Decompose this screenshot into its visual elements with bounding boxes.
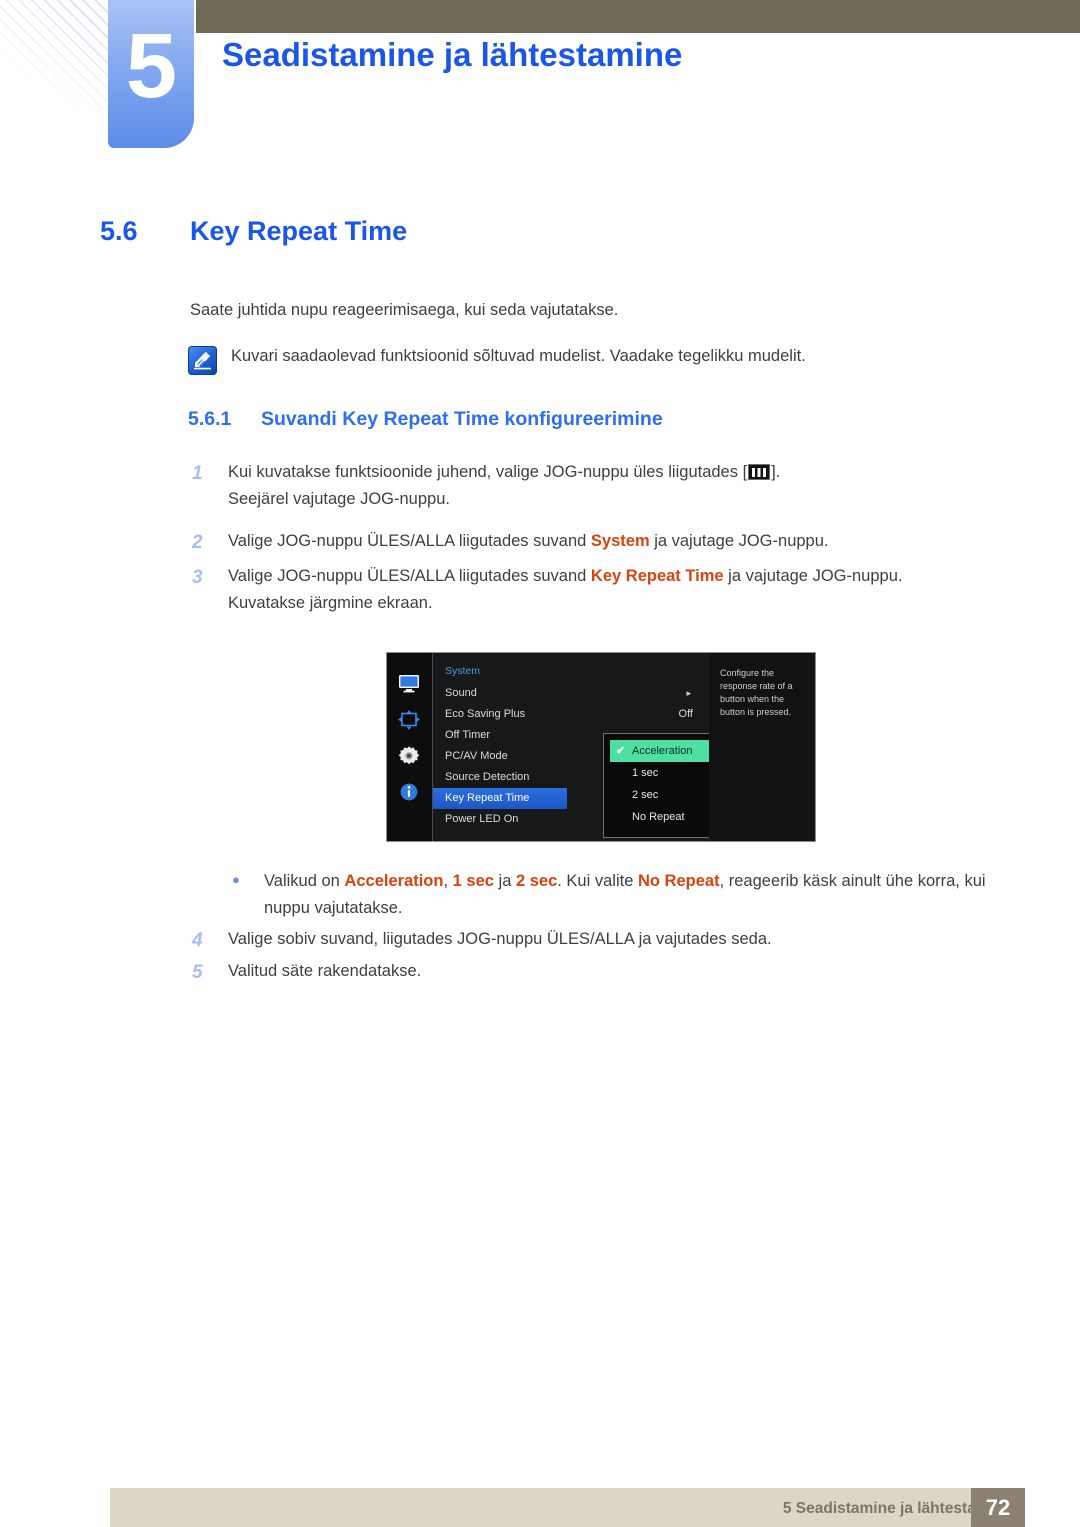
bullet-p3: ja: [493, 872, 516, 890]
bullet-p4: . Kui valite: [557, 872, 638, 890]
bullet-marker: ●: [232, 872, 240, 887]
osd-suboption-label: 2 sec: [632, 789, 659, 801]
bullet-option-no-repeat: No Repeat: [637, 872, 720, 890]
step-number: 4: [192, 930, 203, 951]
step-body: Valitud säte rakendatakse.: [228, 962, 422, 980]
page-number: 72: [971, 1488, 1025, 1527]
subsection-heading: 5.6.1 Suvandi Key Repeat Time konfigureer…: [188, 408, 663, 431]
step2-highlight: System: [590, 532, 650, 550]
osd-sidebar: [387, 653, 431, 841]
step1-text-after: ].: [771, 463, 781, 481]
osd-item-sound[interactable]: Sound ▸: [433, 683, 709, 704]
note-pencil-icon: [188, 346, 217, 375]
section-heading: 5.6 Key Repeat Time: [100, 216, 407, 247]
chevron-right-icon: ▸: [686, 688, 691, 698]
step-body: Valige JOG-nuppu ÜLES/ALLA liigutades su…: [228, 563, 902, 616]
step-number: 1: [192, 463, 203, 484]
jog-up-menu-icon: [748, 464, 771, 480]
picture-size-icon[interactable]: [397, 709, 421, 731]
bullet-p2: ,: [443, 872, 453, 890]
bullet-item: ● Valikud on Acceleration, 1 sec ja 2 se…: [232, 868, 1024, 921]
chapter-title: Seadistamine ja lähtestamine: [222, 36, 683, 73]
step3-line2: Kuvatakse järgmine ekraan.: [228, 593, 433, 612]
gear-icon[interactable]: [397, 745, 421, 767]
step-body: Valige sobiv suvand, liigutades JOG-nupp…: [228, 930, 772, 948]
step-body: Kui kuvatakse funktsioonide juhend, vali…: [228, 459, 780, 512]
bullet-body: Valikud on Acceleration, 1 sec ja 2 sec.…: [264, 868, 1024, 921]
section-number: 5.6: [100, 216, 138, 246]
step-item: 2 Valige JOG-nuppu ÜLES/ALLA liigutades …: [190, 528, 828, 559]
subsection-title: Suvandi Key Repeat Time konfigureerimine: [261, 408, 663, 430]
bullet-option-1-sec: 1 sec: [452, 872, 494, 890]
note-block: Kuvari saadaolevad funktsioonid sõltuvad…: [188, 344, 806, 375]
step-item: 1 Kui kuvatakse funktsioonide juhend, va…: [190, 459, 780, 512]
osd-item-eco-saving-plus[interactable]: Eco Saving Plus Off: [433, 704, 709, 725]
step-item: 4 Valige sobiv suvand, liigutades JOG-nu…: [190, 926, 772, 957]
bullet-p1: Valikud on: [264, 872, 345, 890]
step2-text-before: Valige JOG-nuppu ÜLES/ALLA liigutades su…: [228, 532, 591, 550]
check-icon: ✔: [616, 745, 626, 757]
osd-item-label: PC/AV Mode: [445, 750, 508, 762]
osd-suboption-label: Acceleration: [632, 745, 693, 757]
subsection-number: 5.6.1: [188, 408, 232, 430]
osd-item-label: Sound: [445, 687, 477, 699]
osd-item-label: Key Repeat Time: [445, 792, 530, 804]
step-number: 2: [192, 532, 203, 553]
osd-suboption-label: 1 sec: [632, 767, 659, 779]
osd-item-label: Source Detection: [445, 771, 530, 783]
step3-highlight: Key Repeat Time: [590, 567, 724, 585]
step-number: 5: [192, 962, 203, 983]
step3-text-after: ja vajutage JOG-nuppu.: [723, 567, 903, 585]
osd-item-label: Power LED On: [445, 813, 519, 825]
info-icon[interactable]: [397, 781, 421, 803]
header-olive-bar: [196, 0, 1080, 33]
section-title: Key Repeat Time: [190, 216, 408, 246]
osd-item-label: Off Timer: [445, 729, 491, 741]
osd-suboption-label: No Repeat: [632, 811, 685, 823]
step2-text-after: ja vajutage JOG-nuppu.: [649, 532, 829, 550]
intro-paragraph: Saate juhtida nupu reageerimisaega, kui …: [190, 301, 619, 319]
step-number: 3: [192, 567, 203, 588]
note-text: Kuvari saadaolevad funktsioonid sõltuvad…: [231, 347, 806, 365]
chapter-number: 5: [125, 15, 177, 117]
bullet-option-acceleration: Acceleration: [344, 872, 444, 890]
osd-menu-panel: System Sound ▸ Eco Saving Plus Off Off T…: [432, 653, 755, 841]
osd-screenshot: System Sound ▸ Eco Saving Plus Off Off T…: [386, 652, 816, 842]
step-body: Valige JOG-nuppu ÜLES/ALLA liigutades su…: [228, 528, 828, 555]
osd-item-value: Off: [678, 708, 693, 720]
step3-text-before: Valige JOG-nuppu ÜLES/ALLA liigutades su…: [228, 567, 591, 585]
monitor-icon[interactable]: [397, 673, 421, 695]
step-item: 5 Valitud säte rakendatakse.: [190, 958, 421, 989]
osd-item-key-repeat-time[interactable]: Key Repeat Time: [433, 788, 567, 809]
bullet-option-2-sec: 2 sec: [515, 872, 558, 890]
osd-help-text: Configure the response rate of a button …: [709, 653, 815, 841]
step1-text-before: Kui kuvatakse funktsioonide juhend, vali…: [228, 463, 748, 481]
osd-menu-title: System: [445, 665, 481, 677]
header-hatch-decoration: [0, 0, 116, 122]
osd-item-label: Eco Saving Plus: [445, 708, 526, 720]
step-item: 3 Valige JOG-nuppu ÜLES/ALLA liigutades …: [190, 563, 902, 616]
step1-line2: Seejärel vajutage JOG-nuppu.: [228, 489, 450, 508]
